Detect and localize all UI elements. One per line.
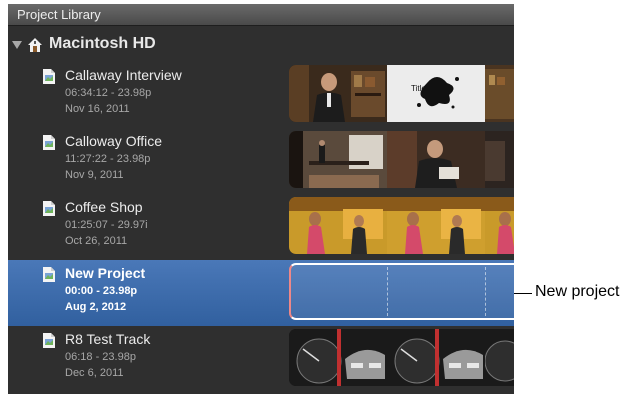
project-library-panel: Project Library Macintosh HD Callaway In… [8, 4, 514, 394]
project-file-icon [43, 201, 55, 216]
project-filmstrip[interactable] [289, 197, 514, 254]
project-row[interactable]: R8 Test Track 06:18 - 23.98p Dec 6, 2011 [8, 326, 514, 392]
thumbnail-frame [289, 329, 387, 386]
project-filmstrip[interactable] [289, 329, 514, 386]
project-date: Nov 9, 2011 [65, 169, 124, 181]
volume-label: Macintosh HD [49, 35, 156, 52]
project-meta: 00:00 - 23.98p Aug 2, 2012 [65, 283, 137, 315]
project-file-icon [43, 267, 55, 282]
project-name: R8 Test Track [65, 331, 151, 347]
project-name: Calloway Office [65, 133, 163, 149]
thumbnail-frame [485, 197, 514, 254]
project-row[interactable]: Coffee Shop 01:25:07 - 29.97i Oct 26, 20… [8, 194, 514, 260]
project-file-icon [43, 333, 55, 348]
project-meta: 06:34:12 - 23.98p Nov 16, 2011 [65, 85, 151, 117]
thumbnail-frame [485, 131, 514, 188]
thumbnail-frame [387, 197, 485, 254]
project-timecode: 11:27:22 - 23.98p [65, 153, 151, 165]
callout-leader-line [514, 293, 532, 294]
project-row[interactable]: Callaway Interview 06:34:12 - 23.98p Nov… [8, 62, 514, 128]
project-timecode: 01:25:07 - 29.97i [65, 219, 148, 231]
title-card-frame: Title [387, 65, 485, 122]
callout-label: New project [535, 283, 620, 300]
project-timecode: 06:34:12 - 23.98p [65, 87, 152, 99]
thumbnail-frame [289, 65, 387, 122]
thumbnail-frame [387, 329, 485, 386]
project-meta: 11:27:22 - 23.98p Nov 9, 2011 [65, 151, 150, 183]
thumbnail-frame [387, 131, 485, 188]
project-filmstrip[interactable]: Title [289, 65, 514, 122]
project-date: Aug 2, 2012 [65, 301, 127, 313]
thumbnail-frame [289, 197, 387, 254]
project-file-icon [43, 135, 55, 150]
project-date: Nov 16, 2011 [65, 103, 130, 115]
thumbnail-frame [485, 65, 514, 122]
project-name: Callaway Interview [65, 67, 182, 83]
empty-project-filmstrip[interactable] [289, 263, 514, 320]
title-card-text: Title [411, 84, 426, 93]
project-meta: 01:25:07 - 29.97i Oct 26, 2011 [65, 217, 148, 249]
disclosure-triangle-icon[interactable] [12, 41, 22, 49]
project-row-selected[interactable]: New Project 00:00 - 23.98p Aug 2, 2012 [8, 260, 514, 326]
thumbnail-frame [485, 329, 514, 386]
thumbnail-frame [289, 131, 387, 188]
project-row[interactable]: Calloway Office 11:27:22 - 23.98p Nov 9,… [8, 128, 514, 194]
project-date: Oct 26, 2011 [65, 235, 128, 247]
house-icon [28, 38, 42, 52]
project-meta: 06:18 - 23.98p Dec 6, 2011 [65, 349, 136, 381]
project-name: Coffee Shop [65, 199, 143, 215]
project-timecode: 06:18 - 23.98p [65, 351, 136, 363]
project-filmstrip[interactable] [289, 131, 514, 188]
project-timecode: 00:00 - 23.98p [65, 285, 138, 297]
frame-divider [387, 267, 388, 316]
volume-macintosh-hd[interactable]: Macintosh HD [8, 32, 514, 60]
project-date: Dec 6, 2011 [65, 367, 124, 379]
project-file-icon [43, 69, 55, 84]
project-name: New Project [65, 265, 146, 281]
panel-title: Project Library [8, 4, 514, 26]
frame-divider [485, 267, 486, 316]
